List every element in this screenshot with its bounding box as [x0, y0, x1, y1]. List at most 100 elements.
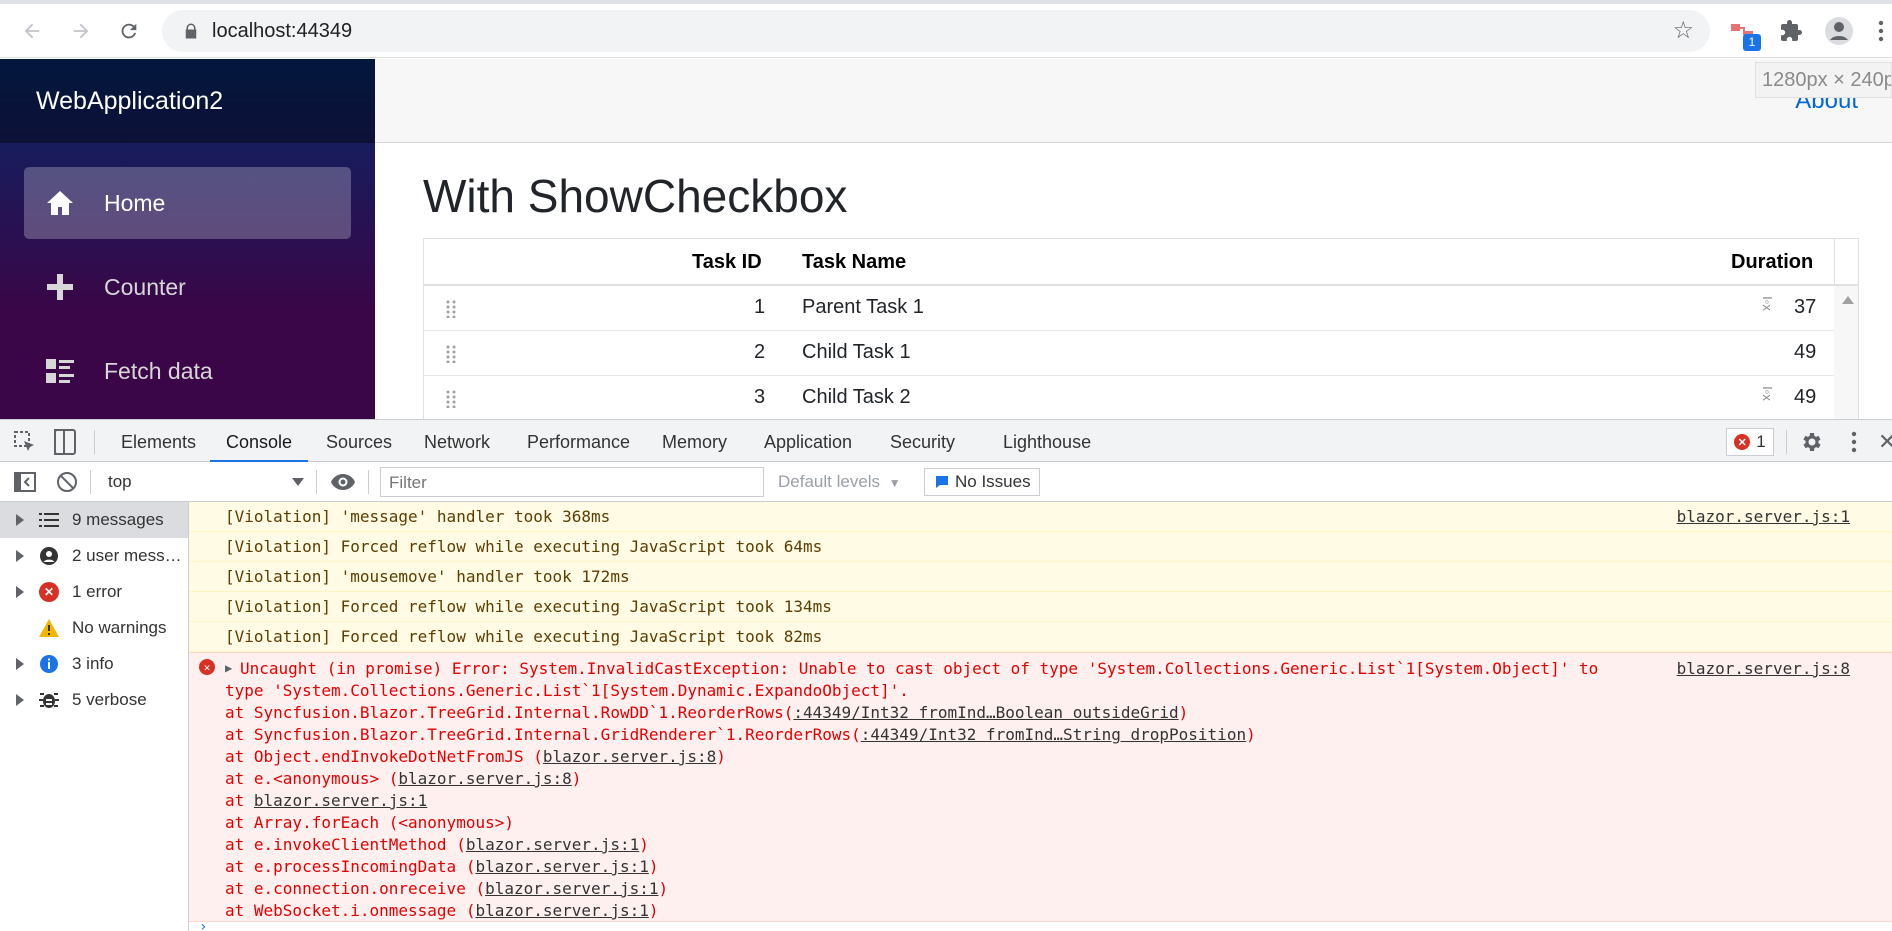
- app-sidebar: WebApplication2 Home Counter Fetch data: [0, 59, 375, 419]
- stack-frame: at Syncfusion.Blazor.TreeGrid.Internal.G…: [225, 725, 1256, 744]
- stack-frame-text: at Array.forEach (<anonymous>): [225, 813, 514, 832]
- sidebar-item-warnings[interactable]: No warnings: [0, 610, 188, 646]
- cursor-glyph-icon: I◦x: [1759, 386, 1775, 401]
- sidebar-item-verbose[interactable]: 5 verbose: [0, 682, 188, 718]
- console-prompt[interactable]: ›: [189, 919, 1892, 931]
- tab-memory[interactable]: Memory: [662, 432, 727, 453]
- sidebar-item-errors[interactable]: ✕ 1 error: [0, 574, 188, 610]
- sidebar-item-messages[interactable]: 9 messages: [0, 502, 188, 538]
- filter-input[interactable]: Filter: [380, 467, 764, 497]
- kebab-menu-icon: [1878, 20, 1884, 42]
- gear-icon[interactable]: [1799, 430, 1823, 454]
- stack-frame-text: at e.connection.onreceive (: [225, 879, 486, 898]
- devtools-tab-bar: Elements Console Sources Network Perform…: [0, 419, 1892, 463]
- devtools-menu-icon[interactable]: [1850, 431, 1858, 453]
- expand-arrow-icon[interactable]: [16, 550, 24, 562]
- tab-elements[interactable]: Elements: [121, 432, 196, 453]
- tree-grid: Task ID Task Name Duration 1 Parent Task…: [423, 238, 1859, 438]
- prompt-chevron-icon: ›: [199, 919, 208, 931]
- nav-item-home[interactable]: Home: [24, 167, 351, 239]
- device-toolbar-icon[interactable]: [54, 429, 76, 455]
- tab-application[interactable]: Application: [764, 432, 852, 453]
- profile-button[interactable]: [1822, 14, 1856, 48]
- stack-frame: at e.invokeClientMethod (blazor.server.j…: [225, 835, 649, 854]
- clear-console-icon[interactable]: [56, 471, 78, 493]
- drag-handle-icon[interactable]: [446, 345, 456, 363]
- table-row[interactable]: 1 Parent Task 1 I◦x 37: [424, 286, 1834, 331]
- stack-frame-suffix: ): [1246, 725, 1256, 744]
- error-count-button[interactable]: ✕ 1: [1726, 428, 1774, 456]
- stack-frame-link[interactable]: :44349/Int32 fromInd…Boolean outsideGrid: [793, 703, 1178, 722]
- tab-network[interactable]: Network: [424, 432, 490, 453]
- avatar-icon: [1825, 17, 1853, 45]
- stack-frame-suffix: ): [648, 857, 659, 876]
- cell-task-name: Child Task 2: [802, 386, 911, 408]
- expand-arrow-icon[interactable]: ▶: [225, 661, 232, 675]
- back-button[interactable]: [15, 14, 49, 48]
- bookmark-star-icon[interactable]: ☆: [1672, 16, 1694, 45]
- stack-frame-text: at Syncfusion.Blazor.TreeGrid.Internal.G…: [225, 725, 861, 744]
- table-row[interactable]: 2 Child Task 1 49: [424, 331, 1834, 376]
- brand-link[interactable]: WebApplication2: [36, 87, 223, 116]
- tab-console[interactable]: Console: [226, 432, 292, 453]
- log-levels-dropdown[interactable]: Default levels ▼: [778, 472, 901, 492]
- stack-frame-suffix: ): [658, 879, 669, 898]
- stack-frame-link[interactable]: blazor.server.js:1: [485, 879, 658, 898]
- stack-frame: at e.<anonymous> (blazor.server.js:8): [225, 769, 581, 788]
- tab-security[interactable]: Security: [890, 432, 955, 453]
- stack-frame-link[interactable]: blazor.server.js:8: [543, 747, 716, 766]
- stack-frame-link[interactable]: blazor.server.js:1: [475, 901, 648, 920]
- error-count-label: 1: [1756, 432, 1766, 451]
- expand-arrow-icon[interactable]: [16, 586, 24, 598]
- cell-task-id: 1: [754, 296, 766, 318]
- drag-handle-icon[interactable]: [446, 390, 456, 408]
- stack-frame-link[interactable]: blazor.server.js:1: [466, 835, 639, 854]
- toolbar-divider: [1786, 430, 1787, 454]
- tab-lighthouse[interactable]: Lighthouse: [1003, 432, 1091, 453]
- puzzle-icon: [1781, 20, 1802, 41]
- inspect-element-icon[interactable]: [14, 431, 36, 453]
- column-header-task-id[interactable]: Task ID: [692, 251, 762, 274]
- tab-sources[interactable]: Sources: [326, 432, 392, 453]
- close-devtools-icon[interactable]: ✕: [1878, 429, 1892, 455]
- cell-task-name: Child Task 1: [802, 341, 911, 363]
- cell-duration: 37: [1794, 296, 1817, 318]
- address-bar[interactable]: localhost:44349 ☆: [162, 10, 1710, 52]
- stack-frame-link[interactable]: blazor.server.js:1: [254, 791, 427, 810]
- table-row[interactable]: 3 Child Task 2 I◦x 49: [424, 376, 1834, 421]
- expand-arrow-icon[interactable]: [16, 694, 24, 706]
- source-link[interactable]: blazor.server.js:1: [1677, 507, 1850, 526]
- scroll-up-arrow-icon[interactable]: [1842, 296, 1854, 304]
- warning-text: [Violation] Forced reflow while executin…: [225, 537, 823, 556]
- plus-icon: [44, 271, 76, 303]
- nav-item-counter[interactable]: Counter: [24, 251, 351, 323]
- sidebar-item-user-messages[interactable]: 2 user mess…: [0, 538, 188, 574]
- cell-task-name: Parent Task 1: [802, 296, 924, 318]
- column-header-duration[interactable]: Duration: [1731, 251, 1813, 274]
- sidebar-item-info[interactable]: 3 info: [0, 646, 188, 682]
- stack-frame-text: at Object.endInvokeDotNetFromJS (: [225, 747, 543, 766]
- expand-arrow-icon[interactable]: [16, 658, 24, 670]
- tab-performance[interactable]: Performance: [527, 432, 630, 453]
- nav-item-label: Fetch data: [104, 357, 213, 384]
- reload-button[interactable]: [112, 14, 146, 48]
- sidebar-toggle-icon[interactable]: [14, 472, 36, 492]
- home-icon: [44, 187, 76, 219]
- error-source-link[interactable]: blazor.server.js:8: [1677, 659, 1850, 678]
- column-header-task-name[interactable]: Task Name: [802, 251, 906, 274]
- nav-item-fetch-data[interactable]: Fetch data: [24, 335, 351, 407]
- drag-handle-icon[interactable]: [446, 300, 456, 318]
- issues-button[interactable]: No Issues: [924, 468, 1040, 496]
- browser-menu-button[interactable]: [1864, 14, 1892, 48]
- context-select[interactable]: top: [98, 468, 308, 496]
- eye-icon[interactable]: [330, 472, 356, 492]
- list-icon: [38, 509, 60, 531]
- stack-frame-link[interactable]: blazor.server.js:8: [398, 769, 571, 788]
- expand-arrow-icon[interactable]: [16, 514, 24, 526]
- forward-button[interactable]: [64, 14, 98, 48]
- stack-frame-suffix: ): [716, 747, 726, 766]
- grid-scrollbar[interactable]: [1834, 286, 1858, 437]
- stack-frame-link[interactable]: blazor.server.js:1: [475, 857, 648, 876]
- extensions-button[interactable]: [1774, 14, 1808, 48]
- stack-frame-link[interactable]: :44349/Int32 fromInd…String dropPosition: [861, 725, 1246, 744]
